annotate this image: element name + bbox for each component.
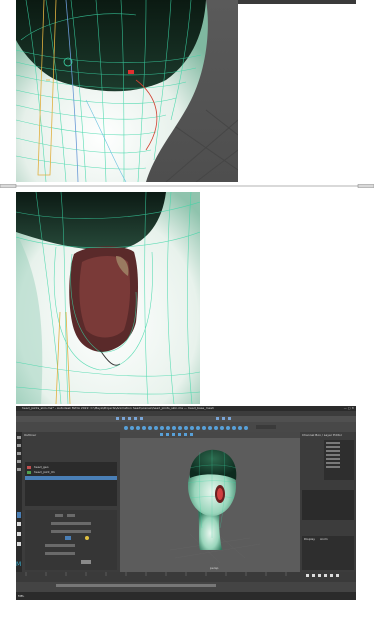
layer-color-swatch	[27, 471, 31, 474]
selected-row[interactable]	[25, 476, 117, 480]
window-controls[interactable]: — ▢ ✕	[344, 406, 354, 410]
layer-item[interactable]: head_geo	[34, 465, 49, 469]
channel-list[interactable]	[324, 440, 354, 480]
command-line[interactable]: MEL	[16, 592, 356, 600]
viewport-camera-label: persp	[210, 566, 219, 570]
channel-rows	[326, 442, 340, 468]
layer-tab-anim[interactable]: Anim	[320, 537, 328, 541]
right-panel[interactable]: Channel Box / Layer Editor Display Anim	[300, 432, 356, 572]
closeup-viewport-top[interactable]	[16, 0, 238, 182]
time-slider-ticks	[25, 572, 339, 577]
time-slider[interactable]	[16, 572, 356, 582]
range-bar[interactable]	[56, 584, 216, 587]
head-model-full: persp	[169, 449, 261, 570]
head-closeup-render	[16, 0, 238, 182]
left-attribute-panel[interactable]: Outliner head_geo head_joint_01	[22, 432, 120, 572]
range-slider[interactable]	[16, 582, 356, 590]
panel-separator	[0, 184, 374, 188]
window-title: head_joints_skin.ma* - Autodesk MAYA 202…	[22, 406, 214, 410]
svg-text:M: M	[16, 561, 21, 568]
layer-editor[interactable]: Display Anim	[302, 536, 354, 570]
layer-tab-display[interactable]: Display	[304, 537, 315, 541]
maya-app-window: head_joints_skin.ma* - Autodesk MAYA 202…	[16, 406, 356, 600]
attribute-editor-box[interactable]	[302, 490, 354, 520]
layer-list[interactable]: head_geo head_joint_01	[25, 462, 117, 506]
outliner-title: Outliner	[24, 433, 37, 437]
shelf-icons	[124, 425, 276, 430]
main-viewport[interactable]: persp	[120, 432, 300, 572]
shelf[interactable]	[16, 422, 356, 432]
command-language[interactable]: MEL	[18, 594, 24, 598]
mouth-closeup-render	[16, 192, 200, 404]
tool-setting-widgets	[45, 514, 91, 564]
layer-item[interactable]: head_joint_01	[34, 470, 55, 474]
closeup-viewport-mouth[interactable]	[16, 192, 200, 404]
tool-settings-area[interactable]	[25, 510, 117, 570]
channel-box-title: Channel Box / Layer Editor	[302, 433, 342, 437]
layer-color-swatch	[27, 466, 31, 469]
